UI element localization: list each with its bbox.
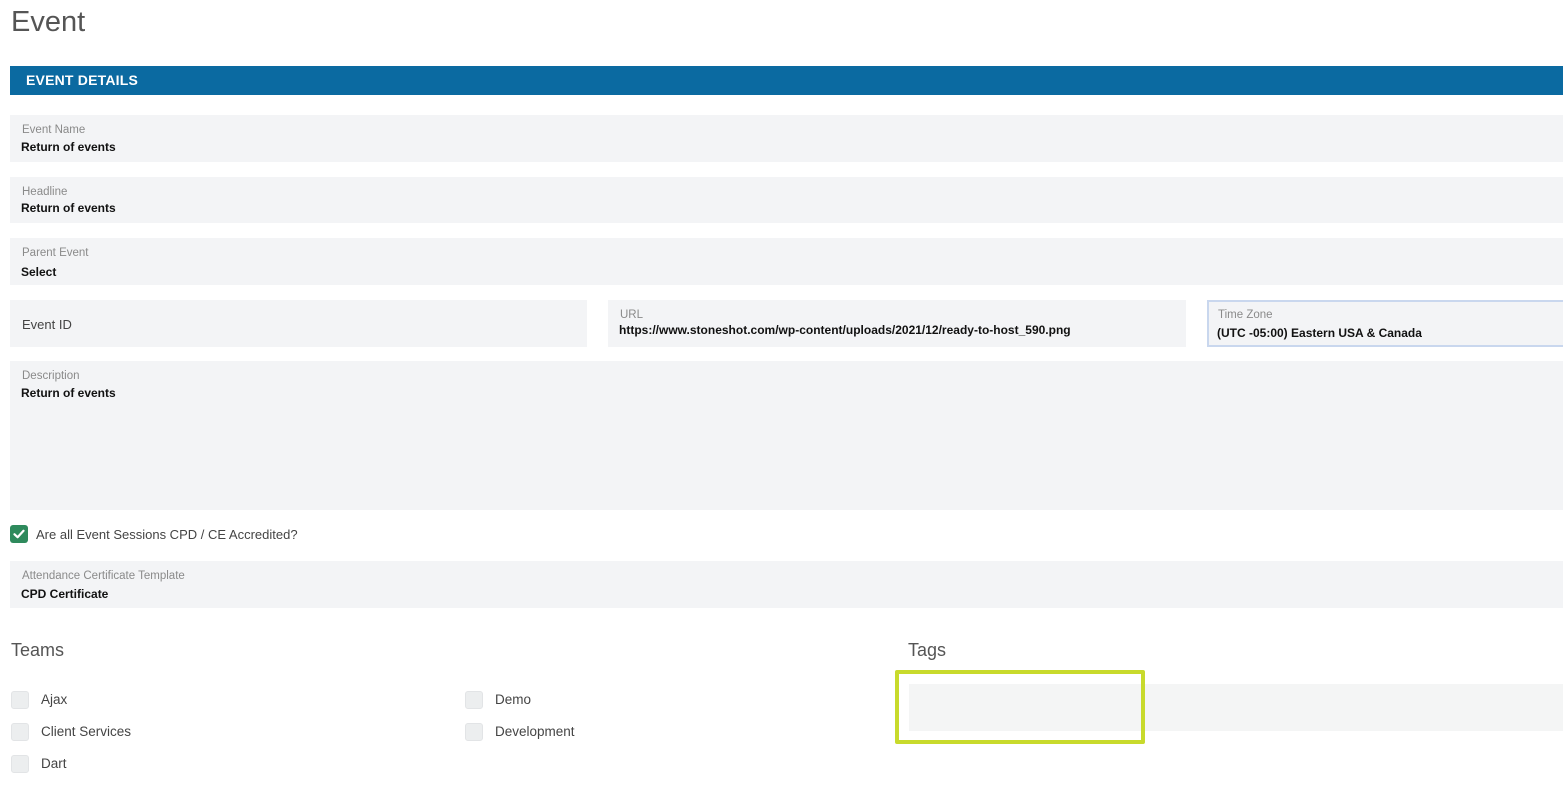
headline-field[interactable]: Headline Return of events (10, 177, 1563, 223)
page-title: Event (11, 6, 86, 38)
certificate-template-select[interactable]: Attendance Certificate Template CPD Cert… (10, 561, 1563, 608)
time-zone-label: Time Zone (1218, 309, 1273, 321)
cpd-accredited-label: Are all Event Sessions CPD / CE Accredit… (36, 527, 298, 542)
url-field[interactable]: URL https://www.stoneshot.com/wp-content… (608, 300, 1186, 347)
team-checkbox-ajax[interactable] (11, 691, 29, 709)
event-name-value: Return of events (21, 140, 116, 154)
url-value: https://www.stoneshot.com/wp-content/upl… (619, 323, 1071, 337)
time-zone-value: (UTC -05:00) Eastern USA & Canada (1217, 326, 1422, 340)
tags-heading: Tags (908, 640, 947, 660)
event-id-field[interactable]: Event ID (10, 300, 587, 347)
checkmark-icon (13, 529, 25, 539)
event-details-section-header: EVENT DETAILS (10, 66, 1563, 95)
headline-value: Return of events (21, 201, 116, 215)
certificate-template-value: CPD Certificate (21, 587, 109, 601)
team-checkbox-client-services[interactable] (11, 723, 29, 741)
team-label-ajax: Ajax (41, 692, 68, 707)
highlight-box (895, 670, 1145, 744)
description-textarea[interactable]: Description Return of events (10, 361, 1563, 510)
team-checkbox-development[interactable] (465, 723, 483, 741)
team-label-client-services: Client Services (41, 724, 132, 739)
event-id-placeholder: Event ID (22, 317, 72, 332)
parent-event-value: Select (21, 265, 57, 279)
time-zone-select[interactable]: Time Zone (UTC -05:00) Eastern USA & Can… (1207, 300, 1563, 347)
team-checkbox-dart[interactable] (11, 755, 29, 773)
description-label: Description (22, 370, 80, 382)
team-label-dart: Dart (41, 756, 67, 771)
parent-event-select[interactable]: Parent Event Select (10, 238, 1563, 285)
team-label-development: Development (495, 724, 575, 739)
headline-label: Headline (22, 186, 68, 198)
teams-heading: Teams (11, 640, 65, 660)
cpd-accredited-checkbox[interactable] (10, 525, 28, 543)
parent-event-label: Parent Event (22, 247, 89, 259)
description-value: Return of events (21, 386, 116, 400)
team-label-demo: Demo (495, 692, 532, 707)
team-checkbox-demo[interactable] (465, 691, 483, 709)
url-label: URL (620, 309, 644, 321)
section-title: EVENT DETAILS (26, 72, 139, 88)
certificate-template-label: Attendance Certificate Template (22, 570, 185, 582)
event-name-field[interactable]: Event Name Return of events (10, 115, 1563, 162)
event-name-label: Event Name (22, 124, 86, 136)
